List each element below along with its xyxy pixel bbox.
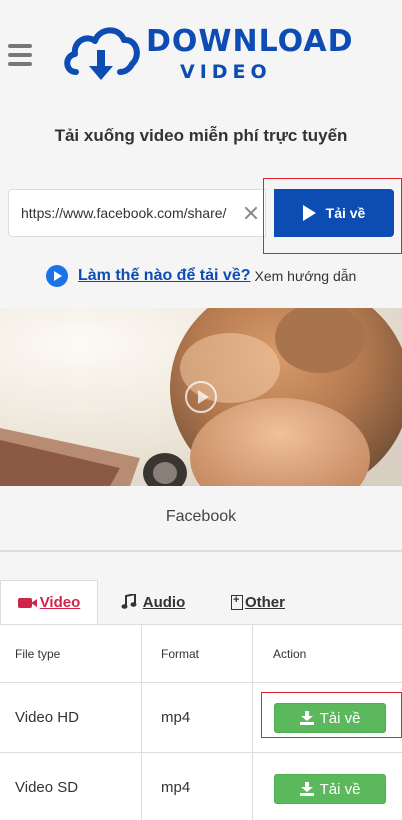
music-note-icon — [121, 594, 137, 609]
file-plus-icon — [230, 594, 243, 610]
download-button-label: Tải về — [325, 205, 366, 221]
logo[interactable]: DOWNLOAD VIDEO — [62, 20, 352, 86]
play-icon — [302, 205, 316, 221]
highlight-box-hd-row — [261, 692, 402, 738]
page-tagline: Tải xuống video miễn phí trực tuyến — [54, 126, 348, 145]
tab-video-label: Video — [39, 594, 81, 611]
download-button[interactable]: Tải về — [274, 189, 394, 237]
header-action: Action — [273, 646, 307, 661]
tab-audio[interactable]: Audio — [108, 580, 198, 624]
tab-other[interactable]: Other — [218, 580, 298, 624]
header: DOWNLOAD VIDEO — [0, 0, 402, 110]
table-header-row: File type Format Action — [0, 625, 402, 683]
url-input[interactable]: https://www.facebook.com/share/ — [21, 205, 229, 221]
download-sd-button[interactable]: Tải về — [274, 774, 386, 804]
play-circle-icon[interactable] — [46, 265, 68, 287]
video-camera-icon — [17, 597, 37, 608]
hamburger-menu-icon[interactable] — [8, 44, 32, 66]
tab-other-label: Other — [244, 593, 285, 611]
play-overlay-icon[interactable] — [185, 381, 217, 413]
logo-text-video: VIDEO — [180, 61, 272, 83]
cloud-download-icon — [64, 27, 140, 80]
close-icon[interactable] — [241, 202, 261, 224]
header-file-type: File type — [0, 625, 142, 682]
download-icon — [299, 782, 314, 796]
download-sd-label: Tải về — [319, 780, 361, 798]
divider — [0, 550, 402, 552]
logo-text-download: DOWNLOAD — [146, 24, 354, 59]
howto-row: Làm thế nào để tải về? Xem hướng dẫn — [46, 264, 356, 288]
video-source-label: Facebook — [165, 508, 237, 525]
tab-video[interactable]: Video — [0, 580, 98, 624]
file-type-cell: Video SD — [0, 753, 142, 820]
tab-audio-label: Audio — [142, 593, 186, 611]
format-cell: mp4 — [142, 683, 253, 752]
url-input-container[interactable]: https://www.facebook.com/share/ — [8, 189, 266, 237]
format-cell: mp4 — [142, 753, 253, 820]
howto-guide-text: Xem hướng dẫn — [254, 268, 357, 284]
file-type-cell: Video HD — [0, 683, 142, 752]
howto-link[interactable]: Làm thế nào để tải về? — [78, 267, 250, 285]
header-format: Format — [142, 625, 253, 682]
